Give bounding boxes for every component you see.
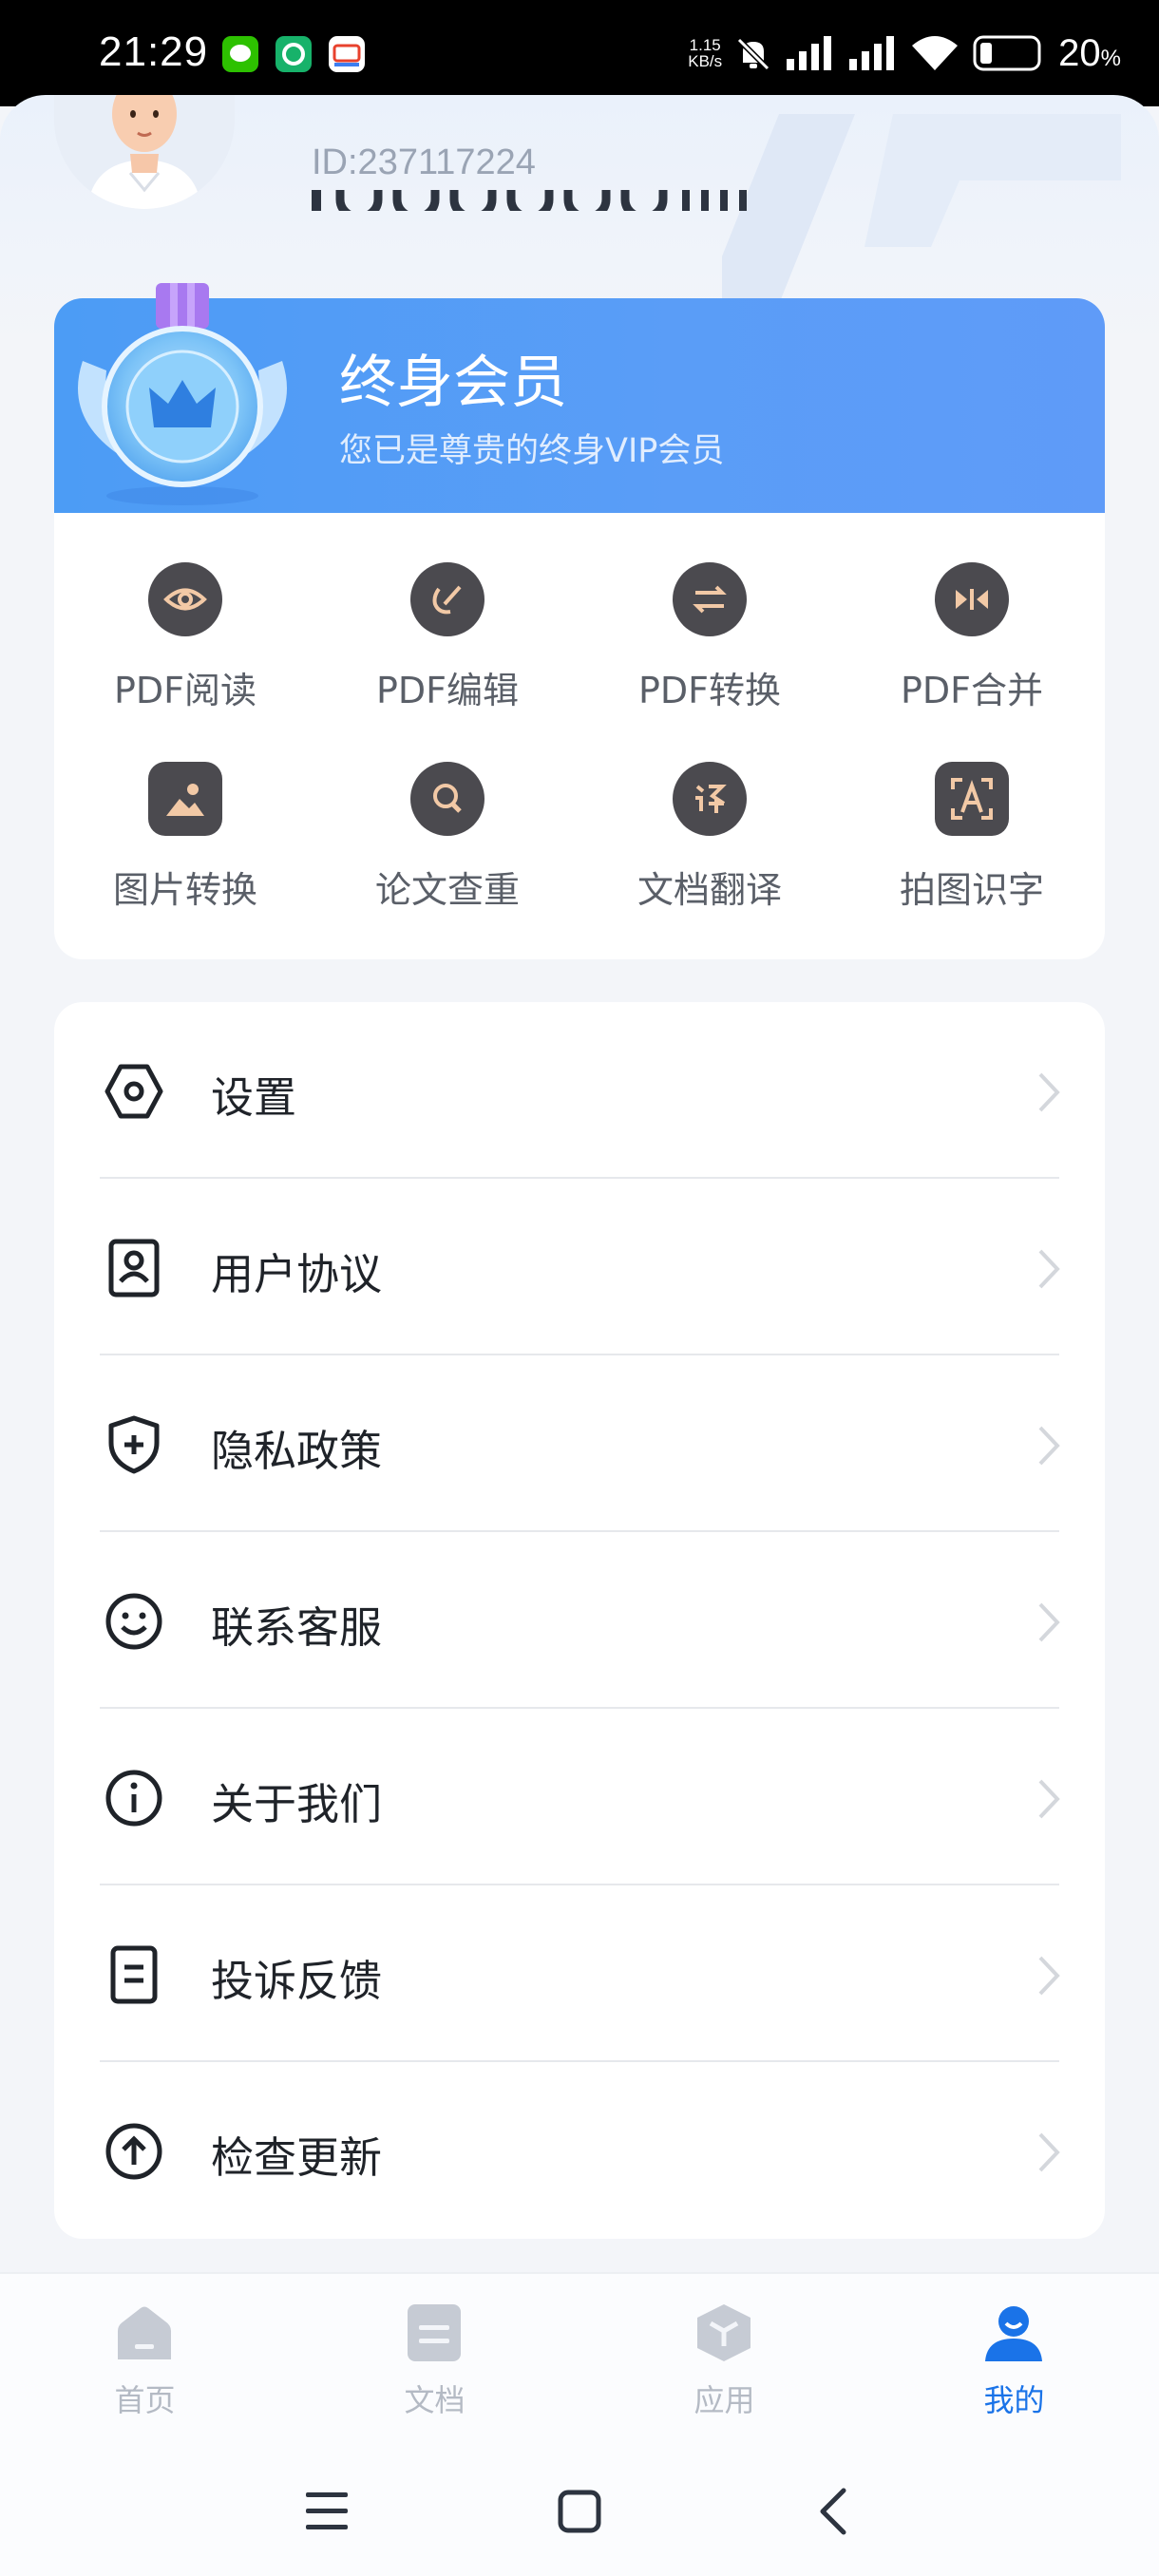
menu-label: 检查更新 — [211, 2132, 383, 2183]
tool-label: 图片转换 — [112, 869, 257, 911]
status-time: 21:29 — [99, 28, 209, 75]
tool-label: PDF阅读 — [113, 670, 257, 711]
chevron-right-icon — [1038, 1072, 1060, 1112]
tool-label: 拍图识字 — [899, 869, 1044, 911]
menu-item-customer-service[interactable]: 联系客服 — [54, 1532, 1105, 1709]
image-icon — [148, 762, 222, 836]
home-square-icon[interactable] — [557, 2489, 602, 2534]
status-right: 1.15 KB/s 20% — [688, 27, 1121, 80]
settings-menu: 设置 用户协议 隐私政策 联系客服 关于我们 投诉反馈 检查更新 — [54, 1002, 1105, 2239]
user-icon — [985, 2306, 1042, 2361]
merge-icon — [935, 562, 1009, 636]
signal-2-icon — [849, 36, 895, 70]
cloud-app-notification-icon — [329, 36, 365, 72]
document-icon — [110, 1945, 158, 2004]
vip-medal-icon — [78, 283, 287, 505]
wechat-notification-icon — [222, 36, 258, 72]
menu-label: 联系客服 — [211, 1602, 383, 1653]
chevron-right-icon — [1038, 1249, 1060, 1289]
home-icon — [118, 2306, 171, 2359]
menu-label: 用户协议 — [211, 1249, 383, 1299]
avatar[interactable] — [54, 95, 235, 209]
tab-apps[interactable]: 应用 — [580, 2274, 869, 2445]
menu-label: 设置 — [211, 1072, 297, 1123]
chevron-right-icon — [1038, 1779, 1060, 1819]
tools-grid: PDF阅读 PDF编辑 PDF转换 PDF合并 图片转换 论文查重 文档翻译 拍… — [54, 513, 1105, 959]
menu-label: 关于我们 — [211, 1779, 383, 1829]
app-notification-icon — [276, 36, 312, 72]
tool-pdf-merge[interactable]: PDF合并 — [841, 562, 1103, 713]
mute-bell-icon — [737, 37, 770, 71]
tab-label: 文档 — [404, 2382, 466, 2418]
tool-label: 论文查重 — [374, 869, 520, 911]
text-scan-icon — [935, 762, 1009, 836]
swap-arrows-icon — [673, 562, 747, 636]
network-speed: 1.15 KB/s — [688, 37, 722, 69]
apps-cube-icon — [697, 2304, 750, 2361]
network-speed-value: 1.15 — [689, 36, 721, 54]
chevron-right-icon — [1038, 1602, 1060, 1642]
battery-icon — [973, 35, 1041, 71]
bottom-tab-bar: 首页 文档 应用 我的 — [0, 2272, 1159, 2445]
eye-icon — [148, 562, 222, 636]
signal-1-icon — [787, 36, 832, 70]
tab-label: 我的 — [983, 2382, 1045, 2418]
tool-pdf-read[interactable]: PDF阅读 — [54, 562, 316, 713]
tool-pdf-convert[interactable]: PDF转换 — [579, 562, 841, 713]
menu-lines-icon[interactable] — [304, 2491, 350, 2532]
tab-label: 应用 — [694, 2382, 755, 2418]
user-name-clipped — [312, 190, 787, 211]
tab-label: 首页 — [114, 2382, 176, 2418]
tool-label: 文档翻译 — [636, 869, 782, 911]
tool-image-convert[interactable]: 图片转换 — [54, 762, 316, 913]
tool-label: PDF合并 — [900, 670, 1044, 711]
tool-doc-translate[interactable]: 文档翻译 — [579, 762, 841, 913]
upload-arrow-icon — [105, 2123, 162, 2180]
tool-paper-check[interactable]: 论文查重 — [316, 762, 579, 913]
menu-item-feedback[interactable]: 投诉反馈 — [54, 1885, 1105, 2062]
menu-item-about-us[interactable]: 关于我们 — [54, 1709, 1105, 1885]
menu-item-check-update[interactable]: 检查更新 — [54, 2062, 1105, 2239]
status-bar: 21:29 1.15 KB/s 20% — [0, 0, 1159, 106]
tab-mine[interactable]: 我的 — [869, 2274, 1159, 2445]
chevron-right-icon — [1038, 2132, 1060, 2172]
menu-label: 隐私政策 — [211, 1426, 383, 1476]
vip-title: 终身会员 — [339, 350, 567, 416]
menu-item-settings[interactable]: 设置 — [54, 1002, 1105, 1179]
tab-home[interactable]: 首页 — [0, 2274, 290, 2445]
battery-percent: 20% — [1058, 31, 1121, 74]
shield-plus-icon — [108, 1415, 160, 1474]
tool-label: PDF转换 — [637, 670, 782, 711]
vip-subtitle: 您已是尊贵的终身VIP会员 — [339, 432, 725, 470]
tool-label: PDF编辑 — [375, 670, 520, 711]
user-card-icon — [108, 1239, 160, 1297]
menu-item-privacy-policy[interactable]: 隐私政策 — [54, 1355, 1105, 1532]
settings-hexagon-icon — [104, 1064, 163, 1119]
user-id: ID:237117224 — [312, 142, 536, 182]
tool-pdf-edit[interactable]: PDF编辑 — [316, 562, 579, 713]
chevron-right-icon — [1038, 1956, 1060, 1996]
document-icon — [408, 2304, 461, 2361]
smiley-icon — [105, 1593, 162, 1650]
edit-icon — [410, 562, 484, 636]
menu-item-user-agreement[interactable]: 用户协议 — [54, 1179, 1105, 1355]
tool-photo-ocr[interactable]: 拍图识字 — [841, 762, 1103, 913]
translate-icon — [673, 762, 747, 836]
user-name-glyphs — [312, 190, 747, 211]
wifi-icon — [912, 36, 959, 70]
chevron-right-icon — [1038, 1426, 1060, 1466]
menu-label: 投诉反馈 — [211, 1956, 383, 2006]
back-arrow-icon[interactable] — [813, 2487, 851, 2536]
info-icon — [105, 1770, 162, 1827]
tab-documents[interactable]: 文档 — [290, 2274, 580, 2445]
magnifier-icon — [410, 762, 484, 836]
network-speed-unit: KB/s — [688, 52, 723, 70]
system-nav-bar — [0, 2443, 1159, 2576]
